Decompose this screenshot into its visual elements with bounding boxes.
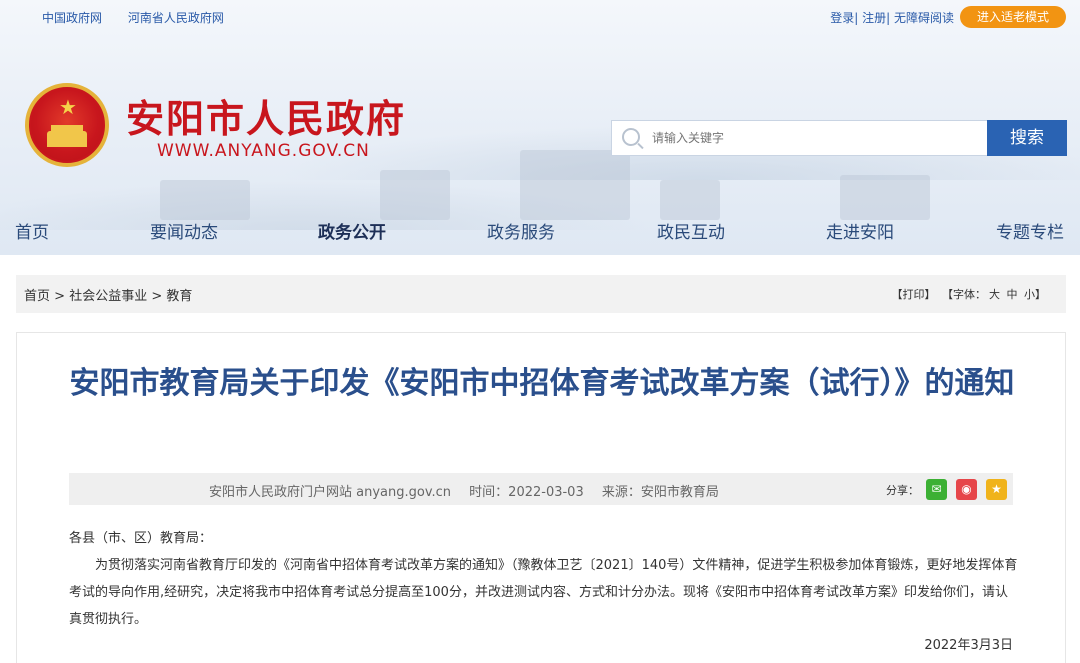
register-link[interactable]: 注册: [862, 11, 886, 25]
breadcrumb-education[interactable]: 教育: [166, 289, 192, 304]
accessible-reading-link[interactable]: 无障碍阅读: [894, 11, 954, 25]
national-emblem-logo: ★: [25, 83, 109, 167]
article-title: 安阳市教育局关于印发《安阳市中招体育考试改革方案（试行）》的通知: [69, 366, 1015, 401]
meta-site: 安阳市人民政府门户网站 anyang.gov.cn: [209, 485, 452, 500]
article-date: 2022年3月3日: [924, 638, 1013, 653]
wechat-share-icon[interactable]: ✉: [926, 479, 947, 500]
nav-item-about-anyang[interactable]: 走进安阳: [826, 218, 894, 243]
breadcrumb: 首页 > 社会公益事业 > 教育: [24, 289, 193, 304]
weibo-share-icon[interactable]: ◉: [956, 479, 977, 500]
nav-item-topics[interactable]: 专题专栏: [996, 218, 1064, 243]
meta-source: 来源：安阳市教育局: [601, 485, 719, 500]
breadcrumb-home[interactable]: 首页: [24, 289, 50, 304]
nav-item-news[interactable]: 要闻动态: [150, 218, 218, 243]
elder-mode-button[interactable]: 进入适老模式: [960, 6, 1066, 28]
font-medium-button[interactable]: 中: [1007, 288, 1018, 301]
font-size-label: 【字体：: [942, 288, 986, 301]
site-title[interactable]: 安阳市人民政府: [126, 88, 406, 143]
henan-gov-link[interactable]: 河南省人民政府网: [128, 11, 224, 25]
main-nav: 首页 要闻动态 政务公开 政务服务 政民互动 走进安阳 专题专栏: [0, 214, 1080, 246]
nav-item-home[interactable]: 首页: [15, 218, 49, 243]
top-links: 中国政府网 河南省人民政府网: [42, 9, 246, 26]
article-paragraph: 为贯彻落实河南省教育厅印发的《河南省中招体育考试改革方案的通知》（豫教体卫艺〔2…: [69, 558, 1018, 627]
star-icon: ★: [59, 95, 77, 119]
background-decor: [520, 150, 630, 220]
article-greeting: 各县（市、区）教育局：: [69, 531, 213, 546]
search-box: [611, 120, 988, 156]
background-decor: [380, 170, 450, 220]
search-icon: [622, 128, 640, 146]
article-body: 各县（市、区）教育局： 为贯彻落实河南省教育厅印发的《河南省中招体育考试改革方案…: [69, 525, 1019, 633]
article-meta: 安阳市人民政府门户网站 anyang.gov.cn 时间：2022-03-03 …: [69, 473, 1013, 505]
breadcrumb-bar: 首页 > 社会公益事业 > 教育 【打印】 【字体：大 中 小】: [16, 275, 1066, 313]
article-tools: 【打印】 【字体：大 中 小】: [889, 286, 1047, 302]
search-input[interactable]: [652, 121, 982, 155]
search-button[interactable]: 搜索: [987, 120, 1067, 156]
breadcrumb-public-welfare[interactable]: 社会公益事业: [69, 289, 147, 304]
font-large-button[interactable]: 大: [989, 288, 1000, 301]
gov-cn-link[interactable]: 中国政府网: [42, 11, 102, 25]
nav-item-services[interactable]: 政务服务: [487, 218, 555, 243]
site-header: 中国政府网 河南省人民政府网 登录| 注册| 无障碍阅读 进入适老模式 ★ 安阳…: [0, 0, 1080, 255]
login-link[interactable]: 登录: [830, 11, 854, 25]
nav-item-gov-affairs[interactable]: 政务公开: [318, 218, 386, 243]
favorite-star-icon[interactable]: ★: [986, 479, 1007, 500]
print-button[interactable]: 【打印】: [892, 288, 936, 301]
nav-item-interaction[interactable]: 政民互动: [657, 218, 725, 243]
site-url: WWW.ANYANG.GOV.CN: [157, 141, 370, 161]
article: 安阳市教育局关于印发《安阳市中招体育考试改革方案（试行）》的通知 安阳市人民政府…: [16, 332, 1066, 663]
share-label: 分享：: [886, 484, 919, 497]
meta-time: 时间：2022-03-03: [469, 485, 584, 500]
font-small-button[interactable]: 小】: [1024, 288, 1046, 301]
user-links: 登录| 注册| 无障碍阅读: [830, 11, 954, 25]
